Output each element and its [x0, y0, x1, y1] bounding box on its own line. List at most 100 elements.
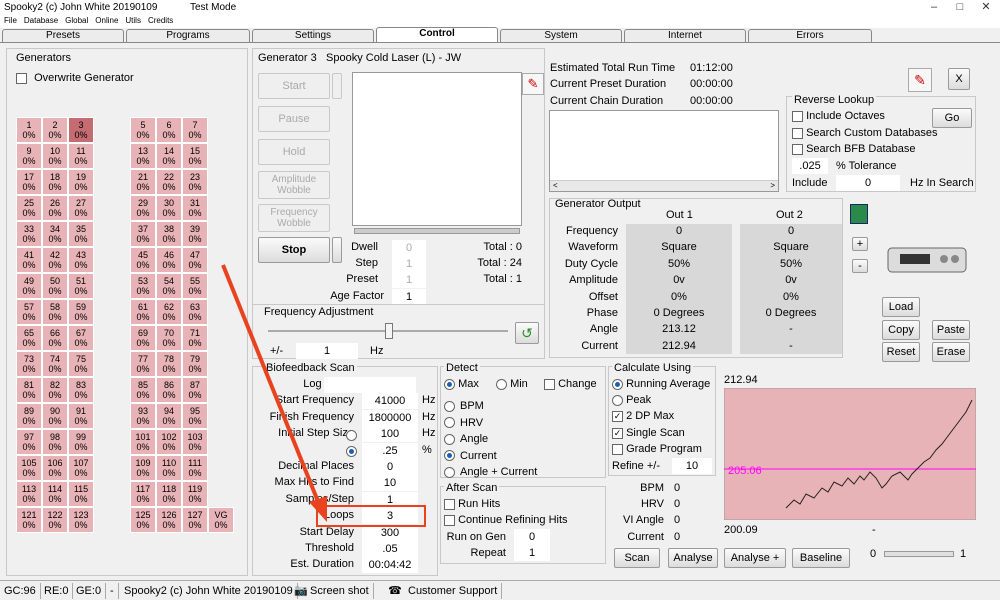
generator-cell-46[interactable]: 46 0%	[156, 247, 182, 273]
generator-cell-125[interactable]: 125 0%	[130, 507, 156, 533]
generator-cell-5[interactable]: 5 0%	[130, 117, 156, 143]
generator-cell-70[interactable]: 70 0%	[156, 325, 182, 351]
close-icon[interactable]: ✕	[974, 1, 998, 15]
generator-cell-2[interactable]: 2 0%	[42, 117, 68, 143]
generator-cell-67[interactable]: 67 0%	[68, 325, 94, 351]
generator-cell-91[interactable]: 91 0%	[68, 403, 94, 429]
clear-program-icon[interactable]: ✎	[522, 73, 544, 95]
bio-input-log-name[interactable]	[324, 377, 416, 393]
generator-cell-17[interactable]: 17 0%	[16, 169, 42, 195]
step-hz-radio[interactable]	[346, 429, 357, 441]
bio-input-decimal-places[interactable]: 0	[362, 459, 418, 475]
generator-cell-114[interactable]: 114 0%	[42, 481, 68, 507]
generator-cell-58[interactable]: 58 0%	[42, 299, 68, 325]
dp-max-checkbox[interactable]: ✓	[612, 410, 623, 422]
detect-option-current[interactable]: Current	[444, 450, 497, 462]
generator-cell-113[interactable]: 113 0%	[16, 481, 42, 507]
detect-option-hrv[interactable]: HRV	[444, 417, 483, 429]
generator-cell-9[interactable]: 9 0%	[16, 143, 42, 169]
start-button[interactable]: Start	[258, 73, 330, 99]
generator-cell-21[interactable]: 21 0%	[130, 169, 156, 195]
tab-control[interactable]: Control	[376, 27, 498, 43]
generator-cell-1[interactable]: 1 0%	[16, 117, 42, 143]
menu-file[interactable]: File	[4, 16, 17, 25]
age-factor-input[interactable]: 1	[392, 289, 426, 305]
generator-cell-81[interactable]: 81 0%	[16, 377, 42, 403]
detect-radio[interactable]	[444, 400, 455, 412]
bio-input-initial-step-size[interactable]: 100	[362, 426, 418, 443]
generator-cell-31[interactable]: 31 0%	[182, 195, 208, 221]
generator-cell-85[interactable]: 85 0%	[130, 377, 156, 403]
frequency-slider-thumb[interactable]	[385, 323, 393, 339]
generator-cell-121[interactable]: 121 0%	[16, 507, 42, 533]
detect-option-angle-current[interactable]: Angle + Current	[444, 466, 537, 478]
generator-cell-63[interactable]: 63 0%	[182, 299, 208, 325]
run-hits-option[interactable]: Run Hits	[444, 498, 500, 510]
generator-cell-79[interactable]: 79 0%	[182, 351, 208, 377]
overwrite-generator[interactable]: Overwrite Generator	[16, 72, 134, 84]
generator-cell-99[interactable]: 99 0%	[68, 429, 94, 455]
bio-input-finish-frequency[interactable]: 1800000	[362, 409, 418, 426]
generator-cell-126[interactable]: 126 0%	[156, 507, 182, 533]
generator-cell-14[interactable]: 14 0%	[156, 143, 182, 169]
generator-cell-45[interactable]: 45 0%	[130, 247, 156, 273]
erase-button[interactable]: Erase	[932, 342, 970, 362]
generator-cell-27[interactable]: 27 0%	[68, 195, 94, 221]
minimize-icon[interactable]: –	[922, 1, 946, 15]
generator-cell-102[interactable]: 102 0%	[156, 429, 182, 455]
baseline-button[interactable]: Baseline	[792, 548, 850, 568]
generator-cell-6[interactable]: 6 0%	[156, 117, 182, 143]
search-custom-checkbox[interactable]	[792, 127, 803, 139]
generator-cell-38[interactable]: 38 0%	[156, 221, 182, 247]
generator-cell-55[interactable]: 55 0%	[182, 273, 208, 299]
generator-cell-11[interactable]: 11 0%	[68, 143, 94, 169]
start-dropdown[interactable]	[332, 73, 342, 99]
paste-button[interactable]: Paste	[932, 320, 970, 340]
generator-cell-119[interactable]: 119 0%	[182, 481, 208, 507]
menu-utils[interactable]: Utils	[125, 16, 141, 25]
grade-program-option[interactable]: Grade Program	[612, 443, 702, 455]
grade-program-checkbox[interactable]	[612, 443, 623, 455]
generator-cell-69[interactable]: 69 0%	[130, 325, 156, 351]
reset-button[interactable]: Reset	[882, 342, 920, 362]
bio-input-start-frequency[interactable]: 41000	[362, 393, 418, 410]
tab-system[interactable]: System	[500, 29, 622, 42]
search-bfb-checkbox[interactable]	[792, 143, 803, 155]
generator-cell-26[interactable]: 26 0%	[42, 195, 68, 221]
generator-cell-47[interactable]: 47 0%	[182, 247, 208, 273]
generator-cell-7[interactable]: 7 0%	[182, 117, 208, 143]
generator-cell-110[interactable]: 110 0%	[156, 455, 182, 481]
tab-settings[interactable]: Settings	[252, 29, 374, 42]
generator-cell-107[interactable]: 107 0%	[68, 455, 94, 481]
generator-cell-94[interactable]: 94 0%	[156, 403, 182, 429]
detect-min[interactable]: Min	[496, 378, 528, 390]
erase-icon[interactable]: ✎	[908, 68, 932, 92]
generator-cell-30[interactable]: 30 0%	[156, 195, 182, 221]
detect-radio[interactable]	[444, 417, 455, 429]
peak-option[interactable]: Peak	[612, 394, 651, 406]
bio-input-threshold[interactable]: .05	[362, 541, 418, 557]
generator-cell-90[interactable]: 90 0%	[42, 403, 68, 429]
include-octaves-option[interactable]: Include Octaves	[792, 110, 885, 122]
dp-max-option[interactable]: ✓ 2 DP Max	[612, 410, 674, 422]
undo-icon[interactable]: ↺	[515, 322, 539, 344]
menu-online[interactable]: Online	[95, 16, 118, 25]
generator-cell-109[interactable]: 109 0%	[130, 455, 156, 481]
close-panel-button[interactable]: X	[948, 68, 970, 90]
generator-cell-35[interactable]: 35 0%	[68, 221, 94, 247]
generator-cell-66[interactable]: 66 0%	[42, 325, 68, 351]
generator-cell-22[interactable]: 22 0%	[156, 169, 182, 195]
run-on-gen-input[interactable]: 0	[514, 529, 550, 545]
go-button[interactable]: Go	[932, 108, 972, 128]
load-button[interactable]: Load	[882, 297, 920, 317]
generator-cell-10[interactable]: 10 0%	[42, 143, 68, 169]
generator-cell-13[interactable]: 13 0%	[130, 143, 156, 169]
generator-cell-49[interactable]: 49 0%	[16, 273, 42, 299]
generator-cell-50[interactable]: 50 0%	[42, 273, 68, 299]
generator-cell-53[interactable]: 53 0%	[130, 273, 156, 299]
overwrite-checkbox[interactable]	[16, 72, 27, 84]
program-list[interactable]	[352, 72, 522, 226]
generator-cell-65[interactable]: 65 0%	[16, 325, 42, 351]
detect-max[interactable]: Max	[444, 378, 479, 390]
amplitude-wobble-button[interactable]: Amplitude Wobble	[258, 171, 330, 199]
